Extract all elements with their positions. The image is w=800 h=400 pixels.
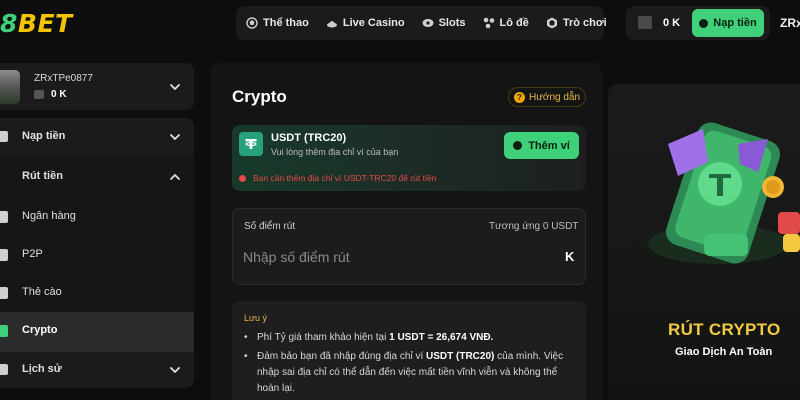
avatar <box>0 70 20 104</box>
note-text: Đảm bảo bạn đã nhập đúng địa chỉ ví <box>257 351 427 362</box>
nav-label: Thể thao <box>263 17 309 29</box>
sidebar-item-label: Thẻ cào <box>22 286 62 298</box>
chevron-down-icon <box>170 134 180 140</box>
coin-icon <box>34 90 44 99</box>
amount-label: Số điểm rút <box>244 221 296 232</box>
note-wallet-warning: • Đảm bảo bạn đã nhập đúng địa chỉ ví US… <box>244 349 574 397</box>
chevron-down-icon <box>170 367 180 373</box>
network-name: USDT (TRC20) <box>426 351 495 362</box>
wallet-icon <box>638 16 652 29</box>
note-exchange-rate: • Phí Tỷ giá tham khảo hiện tại 1 USDT =… <box>244 330 574 346</box>
lottery-icon <box>483 17 494 29</box>
nav-item-slots[interactable]: Slots <box>422 17 466 29</box>
question-icon: ? <box>513 91 525 103</box>
brand-logo[interactable]: 8BET <box>0 9 73 38</box>
add-wallet-button[interactable]: Thêm ví <box>504 132 579 159</box>
tether-icon <box>239 132 263 156</box>
chevron-down-icon[interactable] <box>169 81 181 93</box>
sidebar-item-label: Lịch sử <box>22 363 62 375</box>
main-nav: Thể thao Live Casino Slots Lô đề Trò chơ… <box>236 6 607 40</box>
deposit-button[interactable]: Nạp tiền <box>692 9 764 37</box>
notes-title: Lưu ý <box>244 313 268 323</box>
user-balance: 0 K <box>51 89 67 100</box>
promo-title: RÚT CRYPTO <box>668 320 781 339</box>
logo-text: BET <box>17 9 73 38</box>
sidebar-item-label: P2P <box>22 248 43 260</box>
nav-item-live-casino[interactable]: Live Casino <box>326 17 405 29</box>
sidebar-item-label: Crypto <box>22 324 58 336</box>
deposit-icon <box>699 18 709 28</box>
sidebar-item-crypto[interactable]: Crypto <box>0 312 194 352</box>
usdt-network-name: USDT (TRC20) <box>271 132 347 144</box>
withdraw-amount-input[interactable] <box>243 245 543 269</box>
sidebar-item-label: Nạp tiền <box>22 130 66 142</box>
sidebar-item-withdraw[interactable]: Rút tiền <box>0 155 194 197</box>
sidebar-item-bank[interactable]: Ngân hàng <box>0 198 194 236</box>
top-header: 8BET Thể thao Live Casino Slots Lô đề Tr… <box>0 0 800 48</box>
logo-mark: 8 <box>0 9 18 38</box>
guide-label: Hướng dẫn <box>528 91 581 103</box>
nav-item-sports[interactable]: Thể thao <box>246 17 309 29</box>
bullet-icon: • <box>244 351 248 362</box>
tether-glyph <box>245 139 257 149</box>
chevron-up-icon <box>170 174 180 180</box>
guide-button[interactable]: ? Hướng dẫn <box>508 87 586 107</box>
sidebar-item-label: Rút tiền <box>22 170 63 182</box>
add-icon <box>513 141 523 150</box>
card-icon <box>0 287 8 299</box>
warning-message: Bạn cần thêm địa chỉ ví USDT-TRC20 để rú… <box>253 173 437 183</box>
promo-subtitle: Giao Dịch An Toàn <box>675 346 773 358</box>
withdraw-menu: Rút tiền Ngân hàng P2P Thẻ cào Crypto <box>0 155 194 352</box>
nav-item-games[interactable]: Trò chơi <box>546 17 607 29</box>
nav-label: Trò chơi <box>562 17 607 29</box>
nav-label: Slots <box>438 17 466 29</box>
sidebar-item-label: Ngân hàng <box>22 210 76 222</box>
deposit-label: Nạp tiền <box>713 17 757 29</box>
page-title: Crypto <box>232 87 287 106</box>
p2p-icon <box>0 249 8 261</box>
nav-label: Lô đề <box>499 17 529 29</box>
deposit-icon <box>0 131 8 142</box>
username: ZRxTPe0877 <box>34 73 93 84</box>
sidebar-item-card[interactable]: Thẻ cào <box>0 274 194 312</box>
exchange-rate-value: 1 USDT = 26,674 VNĐ. <box>389 332 494 343</box>
header-username[interactable]: ZRx <box>780 16 800 30</box>
nav-label: Live Casino <box>342 17 405 29</box>
sidebar-item-deposit[interactable]: Nạp tiền <box>0 118 194 155</box>
sidebar-item-p2p[interactable]: P2P <box>0 236 194 274</box>
games-icon <box>546 17 557 29</box>
warning-icon <box>239 175 246 182</box>
note-text: Phí Tỷ giá tham khảo hiện tại <box>257 332 390 343</box>
amount-unit: K <box>565 249 575 264</box>
sidebar-item-history[interactable]: Lịch sử <box>0 352 194 388</box>
usdt-subtitle: Vui lòng thêm địa chỉ ví của bạn <box>271 147 399 157</box>
slots-icon <box>422 19 434 27</box>
user-card[interactable]: ZRxTPe0877 0 K <box>0 63 194 110</box>
sports-icon <box>246 17 258 29</box>
history-icon <box>0 364 8 375</box>
crypto-icon <box>0 325 8 337</box>
bank-icon <box>0 211 8 223</box>
usdt-equivalent: Tương ứng 0 USDT <box>489 221 579 232</box>
wallet-balance: 0 K <box>663 17 681 29</box>
nav-item-lottery[interactable]: Lô đề <box>483 17 529 29</box>
casino-icon <box>326 21 337 28</box>
add-wallet-label: Thêm ví <box>528 139 570 152</box>
bullet-icon: • <box>244 332 248 343</box>
